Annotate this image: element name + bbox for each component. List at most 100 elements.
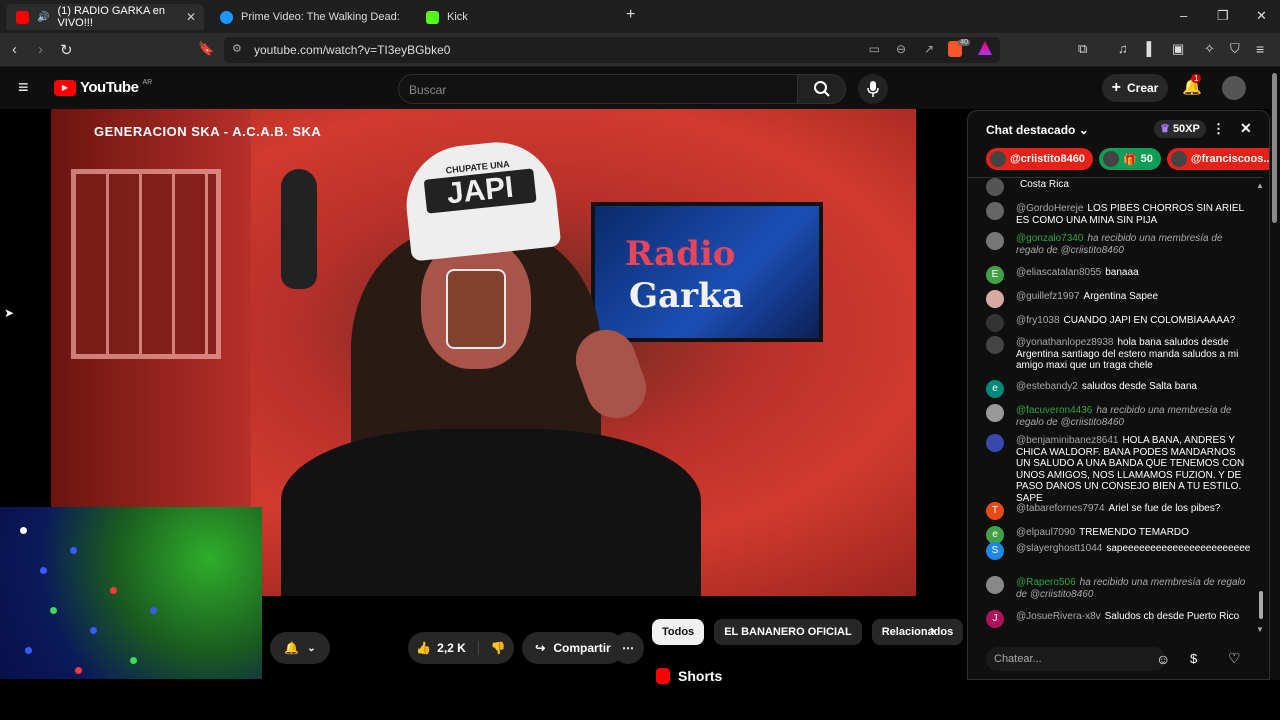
chat-more-icon[interactable]: ⋮ [1212,121,1225,137]
recommendation-chips: Todos EL BANANERO OFICIAL Relacionados [652,619,964,645]
close-chat-icon[interactable]: ✕ [1240,120,1252,137]
pinned-donor-1[interactable]: @criistito8460 [986,148,1093,170]
tab-kick[interactable]: Kick [416,4,616,30]
chat-username[interactable]: @tabarefornes7974 [1016,503,1105,514]
avatar[interactable]: E [986,266,1004,284]
brave-rewards-icon[interactable] [978,41,992,55]
chat-username[interactable]: @eliascatalan8055 [1016,267,1101,278]
chat-text: banaaa [1105,267,1139,278]
like-button[interactable]: 👍 2,2 K [416,641,479,655]
chat-username[interactable]: @yonathanlopez8938 [1016,337,1113,348]
subscribe-bell-button[interactable]: 🔔 ⌄ [270,632,330,664]
avatar[interactable] [986,336,1004,354]
avatar[interactable] [986,178,1004,196]
scroll-thumb[interactable] [1272,73,1277,223]
chat-username[interactable]: @fry1038 [1016,315,1060,326]
more-actions-button[interactable]: ⋯ [612,632,644,664]
crown-icon: ♛ [1160,123,1170,135]
forward-icon[interactable]: › [38,41,43,58]
dislike-button[interactable]: 👎 [479,641,506,655]
pinned-donor-3[interactable]: @franciscoos... [1166,148,1270,170]
menu-icon[interactable]: ≡ [1256,41,1264,57]
tab-prime-video[interactable]: Prime Video: The Walking Dead: Dea [210,4,410,30]
reload-icon[interactable]: ↻ [60,41,73,59]
bookmark-icon[interactable]: 🔖 [198,41,214,57]
tab-radio-garka[interactable]: 🔊 (1) RADIO GARKA en VIVO!!! ✕ [6,4,204,30]
youtube-logo[interactable]: ▶ YouTube AR [54,79,152,96]
avatar[interactable]: e [986,380,1004,398]
vpn-icon[interactable]: ⛉ [1230,41,1240,57]
avatar[interactable] [986,434,1004,452]
like-count: 2,2 K [437,641,466,655]
chat-username[interactable]: @estebandy2 [1016,381,1078,392]
avatar[interactable] [1222,76,1246,100]
avatar[interactable]: J [986,610,1004,628]
notifications-button[interactable]: 🔔 1 [1182,74,1202,97]
youtube-logo-text: YouTube [80,79,139,96]
scroll-thumb[interactable] [1259,591,1263,619]
chat-mode-selector[interactable]: Chat destacado ⌄ [986,123,1089,137]
avatar[interactable] [986,202,1004,220]
chat-username[interactable]: @elpaul7090 [1016,527,1075,538]
close-window-icon[interactable]: ✕ [1256,8,1267,24]
maximize-icon[interactable]: ❐ [1217,8,1229,24]
chip-todos[interactable]: Todos [652,619,705,645]
chat-username[interactable]: @gonzalo7340 [1016,233,1083,244]
new-tab-button[interactable]: + [626,6,635,24]
share-button[interactable]: ↪ Compartir [522,632,624,664]
chat-username[interactable]: @facuveron4436 [1016,405,1092,416]
close-tab-icon[interactable]: ✕ [186,10,196,24]
back-icon[interactable]: ‹ [12,41,17,58]
chat-username[interactable]: @guillefz1997 [1016,291,1080,302]
avatar[interactable] [986,290,1004,308]
chat-username[interactable]: @JosueRivera-x8v [1016,611,1101,622]
chat-username[interactable]: @slayerghostt1044 [1016,543,1102,554]
search-button[interactable] [798,74,846,104]
page-scrollbar[interactable] [1270,67,1280,680]
xp-badge[interactable]: ♛ 50XP [1154,120,1206,138]
cast-icon[interactable]: ▭ [869,42,880,56]
avatar[interactable] [986,404,1004,422]
xp-label: 50XP [1172,123,1200,135]
sidebar-panel-icon[interactable]: ⧉ [1078,41,1087,57]
music-icon[interactable]: ♫ [1118,41,1128,56]
create-button[interactable]: + Crear [1102,74,1168,102]
chat-scrollbar[interactable]: ▲ ▼ [1256,181,1264,634]
avatar[interactable] [986,232,1004,250]
voice-search-button[interactable] [858,74,888,104]
pinned-donor-2[interactable]: 🎁 50 [1098,148,1161,170]
person-torso [281,429,701,596]
shorts-label: Shorts [678,668,723,684]
chip-relacionados[interactable]: Relacionados [871,619,964,645]
share-page-icon[interactable]: ↗ [924,42,934,56]
chat-username[interactable]: @Rapero506 [1016,577,1076,588]
pinned-label: @franciscoos... [1190,153,1270,165]
zoom-icon[interactable]: ⊖ [896,42,906,56]
emoji-icon[interactable]: ☺ [1156,651,1170,667]
wallet-icon[interactable]: ▣ [1172,41,1184,57]
chat-input[interactable]: Chatear... [986,647,1166,671]
avatar[interactable]: S [986,542,1004,560]
avatar[interactable] [986,576,1004,594]
scroll-down-icon[interactable]: ▼ [1256,625,1264,634]
chevron-right-icon[interactable]: › [930,622,935,640]
site-info-icon[interactable]: ⚙ [232,42,242,55]
gift-icon: 🎁 [1122,153,1137,166]
scroll-up-icon[interactable]: ▲ [1256,181,1264,190]
chat-username[interactable]: @benjaminibanez8641 [1016,435,1118,446]
minimize-icon[interactable]: – [1180,8,1187,23]
leo-ai-icon[interactable]: ✧ [1204,41,1215,57]
chip-bananero[interactable]: EL BANANERO OFICIAL [714,619,862,645]
chat-username[interactable]: @GordoHereje [1016,203,1083,214]
sidebar-icon[interactable]: ▐ [1142,41,1151,56]
microphone-icon [867,81,879,97]
window-frame [71,169,221,359]
avatar[interactable] [986,314,1004,332]
heart-icon[interactable]: ♡ [1228,650,1241,667]
message-body: @Rapero506 ha recibido una membresía de r… [1016,577,1246,600]
search-input[interactable]: Buscar [398,74,798,104]
super-chat-icon[interactable]: $ [1190,651,1197,666]
hamburger-menu-icon[interactable]: ≡ [18,77,29,98]
avatar[interactable]: T [986,502,1004,520]
url-field[interactable]: ⚙ youtube.com/watch?v=TI3eyBGbke0 ▭ ⊖ ↗ … [224,37,1000,63]
